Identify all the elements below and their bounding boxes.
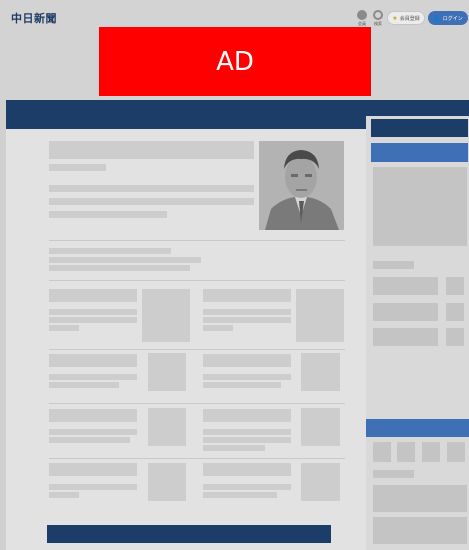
- card-title-placeholder[interactable]: [203, 409, 291, 422]
- search-glyph: [373, 10, 383, 20]
- person-icon: 👤: [433, 14, 441, 22]
- sidebar-grid-thumb-placeholder[interactable]: [422, 442, 440, 462]
- card-thumbnail-placeholder[interactable]: [142, 289, 190, 342]
- login-button[interactable]: 👤 ログイン: [428, 11, 468, 25]
- card-text-placeholder: [49, 484, 137, 490]
- sidebar-grid-thumb-placeholder[interactable]: [373, 442, 391, 462]
- ad-label: AD: [216, 46, 254, 77]
- divider: [49, 349, 345, 350]
- card-title-placeholder[interactable]: [203, 354, 291, 367]
- account-glyph: [357, 10, 367, 20]
- ad-banner[interactable]: AD: [99, 27, 371, 96]
- sidebar-header-bar: [371, 119, 468, 137]
- lead-text-placeholder: [49, 185, 254, 192]
- sidebar-list-item-placeholder[interactable]: [373, 328, 438, 346]
- sidebar-block-placeholder[interactable]: [373, 485, 467, 512]
- sidebar-heading-placeholder: [373, 470, 414, 478]
- card-text-placeholder: [203, 429, 291, 435]
- sidebar-list-thumb-placeholder[interactable]: [446, 328, 464, 346]
- lead-text-placeholder: [49, 211, 167, 218]
- star-icon: ★: [392, 14, 398, 22]
- sidebar-tab-bar[interactable]: [371, 143, 468, 162]
- card-text-placeholder: [203, 492, 277, 498]
- card-thumbnail-placeholder[interactable]: [148, 353, 186, 391]
- card-text-placeholder: [203, 317, 291, 323]
- portrait-image: [259, 141, 344, 230]
- lead-text-placeholder: [49, 198, 254, 205]
- sidebar-list-thumb-placeholder[interactable]: [446, 277, 464, 295]
- sidebar-grid-thumb-placeholder[interactable]: [397, 442, 415, 462]
- card-text-placeholder: [49, 429, 137, 435]
- lead-article-photo[interactable]: [259, 141, 344, 230]
- text-line-placeholder: [49, 248, 171, 254]
- card-text-placeholder: [203, 309, 291, 315]
- divider: [49, 403, 345, 404]
- divider: [49, 240, 345, 241]
- card-text-placeholder: [203, 484, 291, 490]
- card-thumbnail-placeholder[interactable]: [296, 289, 344, 342]
- card-text-placeholder: [49, 317, 137, 323]
- card-text-placeholder: [49, 437, 130, 443]
- more-articles-bar[interactable]: [47, 525, 331, 543]
- card-text-placeholder: [49, 492, 79, 498]
- card-text-placeholder: [49, 325, 79, 331]
- lead-meta-placeholder: [49, 164, 106, 171]
- sidebar-grid-thumb-placeholder[interactable]: [447, 442, 465, 462]
- card-title-placeholder[interactable]: [203, 463, 291, 476]
- divider: [49, 280, 345, 281]
- card-text-placeholder: [203, 382, 281, 388]
- card-text-placeholder: [203, 445, 265, 451]
- card-thumbnail-placeholder[interactable]: [301, 463, 340, 501]
- sidebar-block-placeholder[interactable]: [373, 517, 467, 544]
- card-text-placeholder: [203, 437, 291, 443]
- sidebar-list-thumb-placeholder[interactable]: [446, 303, 464, 321]
- sidebar-list-item-placeholder[interactable]: [373, 303, 438, 321]
- register-button[interactable]: ★ 会員登録: [387, 11, 425, 25]
- sidebar-heading-placeholder: [373, 261, 414, 269]
- sidebar-section-bar: [366, 419, 469, 437]
- text-line-placeholder: [49, 257, 201, 263]
- card-text-placeholder: [49, 382, 119, 388]
- sidebar-list-item-placeholder[interactable]: [373, 277, 438, 295]
- divider: [49, 458, 345, 459]
- card-title-placeholder[interactable]: [49, 409, 137, 422]
- text-line-placeholder: [49, 265, 190, 271]
- card-title-placeholder[interactable]: [49, 289, 137, 302]
- lead-headline-placeholder[interactable]: [49, 141, 254, 159]
- card-text-placeholder: [49, 374, 137, 380]
- card-title-placeholder[interactable]: [49, 354, 137, 367]
- card-text-placeholder: [203, 374, 291, 380]
- site-logo[interactable]: 中日新聞: [11, 10, 57, 26]
- card-thumbnail-placeholder[interactable]: [301, 353, 340, 391]
- card-title-placeholder[interactable]: [49, 463, 137, 476]
- sidebar-image-placeholder[interactable]: [373, 167, 467, 246]
- card-text-placeholder: [203, 325, 233, 331]
- account-icon-label: 会員: [358, 21, 366, 26]
- card-thumbnail-placeholder[interactable]: [148, 408, 186, 446]
- card-title-placeholder[interactable]: [203, 289, 291, 302]
- card-thumbnail-placeholder[interactable]: [301, 408, 340, 446]
- login-button-label: ログイン: [442, 15, 463, 22]
- card-thumbnail-placeholder[interactable]: [148, 463, 186, 501]
- register-button-label: 会員登録: [399, 15, 420, 22]
- search-icon[interactable]: 検索: [370, 10, 386, 30]
- card-text-placeholder: [49, 309, 137, 315]
- search-icon-label: 検索: [374, 21, 382, 26]
